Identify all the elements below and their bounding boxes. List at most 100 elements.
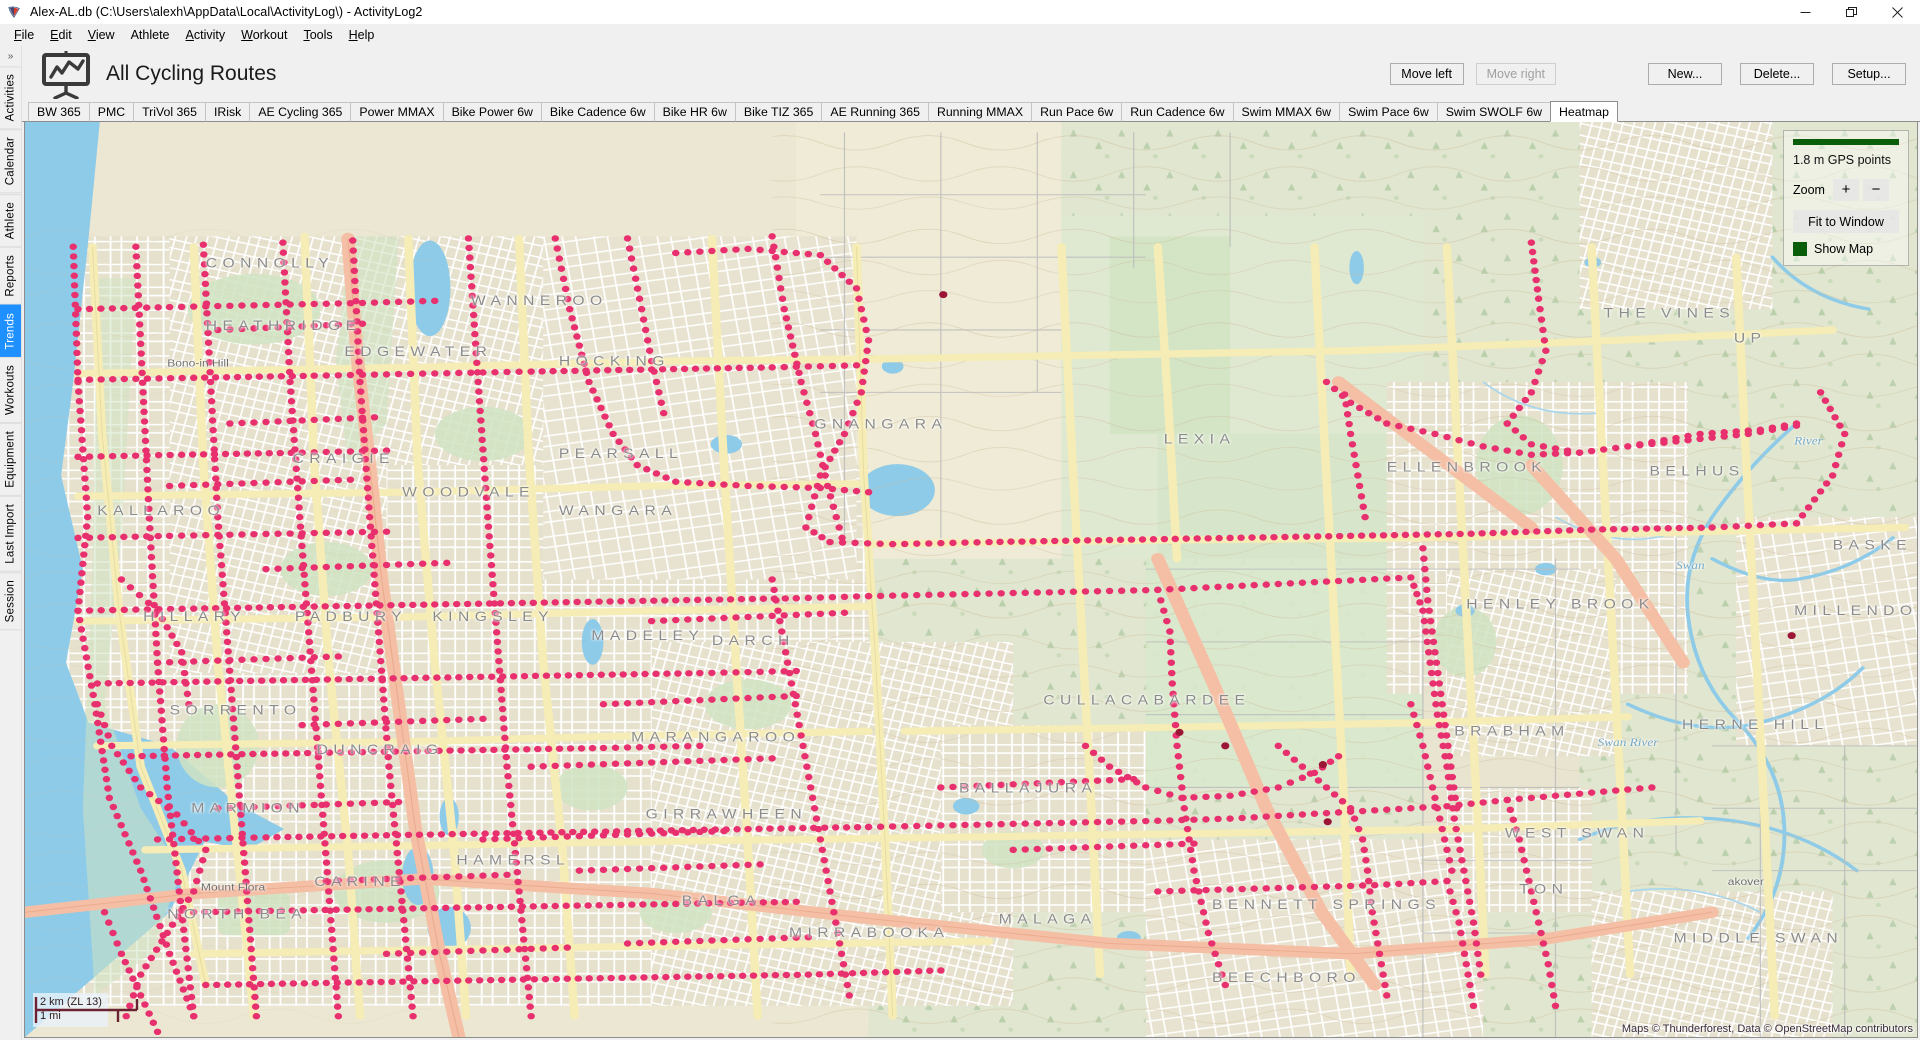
content-area: All Cycling Routes Move left Move right … [22,46,1920,1040]
tab-bike-power-6w[interactable]: Bike Power 6w [442,102,542,122]
map-label: MILLENDO [1794,604,1917,619]
map-label: WEST SWAN [1505,826,1650,841]
header-button-group: Move left Move right New... Delete... Se… [1389,62,1906,85]
show-map-label: Show Map [1814,242,1874,256]
close-button[interactable] [1874,0,1920,24]
map-control-panel: 1.8 m GPS points Zoom + − Fit to Window … [1783,130,1909,266]
tab-bw-365[interactable]: BW 365 [28,102,90,122]
map-label: BALLAJURA [959,782,1097,797]
fit-to-window-button[interactable]: Fit to Window [1793,210,1899,233]
delete-button[interactable]: Delete... [1740,62,1814,85]
sidebar-item-activities[interactable]: Activities [0,66,21,130]
map-label: EDGEWATER [344,345,492,360]
trend-tab-strip: BW 365 PMC TriVol 365 IRisk AE Cycling 3… [22,101,1920,122]
tab-bike-cadence-6w[interactable]: Bike Cadence 6w [540,102,655,122]
map-label: UP [1734,331,1767,346]
zoom-in-button[interactable]: + [1832,179,1859,201]
tab-run-cadence-6w[interactable]: Run Cadence 6w [1121,102,1234,122]
map-label: SORRENTO [170,704,302,719]
heatmap-panel: CONNOLLY HEATHRIDGE EDGEWATER Bono‑in Hill W… [24,122,1918,1038]
map-label: DARCH [712,634,795,649]
map-label: BALGA [682,894,761,909]
window-title-bar: Alex-AL.db (C:\Users\alexh\AppData\Local… [0,0,1920,24]
map-label: WOODVALE [402,485,535,500]
trend-chart-icon [38,49,94,100]
tab-heatmap[interactable]: Heatmap [1550,101,1618,122]
map-label: Mount Flora [201,882,266,893]
map-label: MARMION [191,801,305,816]
show-map-row[interactable]: Show Map [1793,242,1899,256]
tab-swim-pace-6w[interactable]: Swim Pace 6w [1339,102,1438,122]
sidebar-item-last-import[interactable]: Last Import [0,495,21,572]
tab-power-mmax[interactable]: Power MMAX [350,102,444,122]
tab-run-pace-6w[interactable]: Run Pace 6w [1031,102,1123,122]
tab-bike-hr-6w[interactable]: Bike HR 6w [653,102,736,122]
map-label: CRAIGIE [293,452,395,467]
map-label: BENNETT SPRINGS [1212,898,1441,913]
tab-trivol-365[interactable]: TriVol 365 [133,102,206,122]
tab-swim-mmax-6w[interactable]: Swim MMAX 6w [1232,102,1341,122]
menu-item-activity[interactable]: Activity [178,26,234,44]
map-label: GIRRAWHEEN [646,808,808,823]
menu-item-help[interactable]: Help [341,26,383,44]
gps-marker [1323,818,1332,826]
gps-marker [1318,761,1327,769]
minimize-button[interactable] [1782,0,1828,24]
menu-bar: FFileile Edit View Athlete Activity Work… [0,24,1920,46]
map-label: PADBURY [295,610,407,625]
setup-button[interactable]: Setup... [1832,62,1906,85]
tab-ae-running-365[interactable]: AE Running 365 [821,102,929,122]
menu-item-edit[interactable]: Edit [42,26,80,44]
zoom-control-row: Zoom + − [1793,179,1899,201]
gps-points-label: 1.8 m GPS points [1793,153,1891,167]
map-label: Swan [1676,559,1705,572]
menu-item-view[interactable]: View [80,26,123,44]
tab-irisk[interactable]: IRisk [205,102,251,122]
scale-metric-label: 2 km (ZL 13) [40,996,102,1008]
map-graphics: CONNOLLY HEATHRIDGE EDGEWATER Bono‑in Hill W… [25,122,1917,1037]
maximize-restore-button[interactable] [1828,0,1874,24]
menu-item-file[interactable]: FFileile [6,26,42,44]
map-label: DUNCRAIG [317,743,444,758]
sidebar-item-athlete[interactable]: Athlete [0,193,21,247]
map-label: River [1793,434,1823,447]
sidebar-item-workouts[interactable]: Workouts [0,357,21,424]
map-label: BEECHBORO [1212,971,1361,986]
menu-item-tools[interactable]: Tools [295,26,340,44]
sidebar-item-session[interactable]: Session [0,571,21,630]
tab-bike-tiz-365[interactable]: Bike TIZ 365 [734,102,823,122]
map-label: WANNEROO [471,294,608,309]
menu-item-athlete[interactable]: Athlete [123,26,178,44]
map-label: TON [1519,882,1568,897]
map-label: KALLAROO [97,504,225,519]
tab-pmc[interactable]: PMC [88,102,135,122]
map-label: WANGARA [559,504,677,519]
tab-running-mmax[interactable]: Running MMAX [927,102,1033,122]
zoom-out-button[interactable]: − [1862,179,1889,201]
tab-swim-swolf-6w[interactable]: Swim SWOLF 6w [1436,102,1552,122]
map-canvas[interactable]: CONNOLLY HEATHRIDGE EDGEWATER Bono‑in Hill W… [25,122,1917,1037]
move-left-button[interactable]: Move left [1389,62,1464,85]
map-label: MIDDLE SWAN [1674,931,1844,946]
map-label: Swan River [1598,736,1659,749]
sidebar-item-reports[interactable]: Reports [0,246,21,305]
sidebar-item-equipment[interactable]: Equipment [0,423,21,496]
view-header: All Cycling Routes Move left Move right … [22,46,1920,101]
show-map-checkbox[interactable] [1793,242,1807,256]
map-label: MADELEY [591,629,704,644]
menu-item-workout[interactable]: Workout [233,26,295,44]
map-label: HOCKING [559,354,670,369]
scale-imperial-label: 1 mi [40,1010,61,1022]
new-button[interactable]: New... [1648,62,1722,85]
map-label: HILLARY [143,610,246,625]
map-label: ELLENBROOK [1387,460,1547,475]
expand-sidebar-icon[interactable]: » [0,46,21,66]
map-label: akover [1728,877,1764,888]
map-label: KINGSLEY [432,610,554,625]
tab-ae-cycling-365[interactable]: AE Cycling 365 [249,102,352,122]
map-label: BRABHAM [1454,724,1569,739]
sidebar-item-trends[interactable]: Trends [0,304,21,358]
app-shell: » Activities Calendar Athlete Reports Tr… [0,46,1920,1040]
gps-marker [939,291,948,299]
sidebar-item-calendar[interactable]: Calendar [0,129,21,194]
